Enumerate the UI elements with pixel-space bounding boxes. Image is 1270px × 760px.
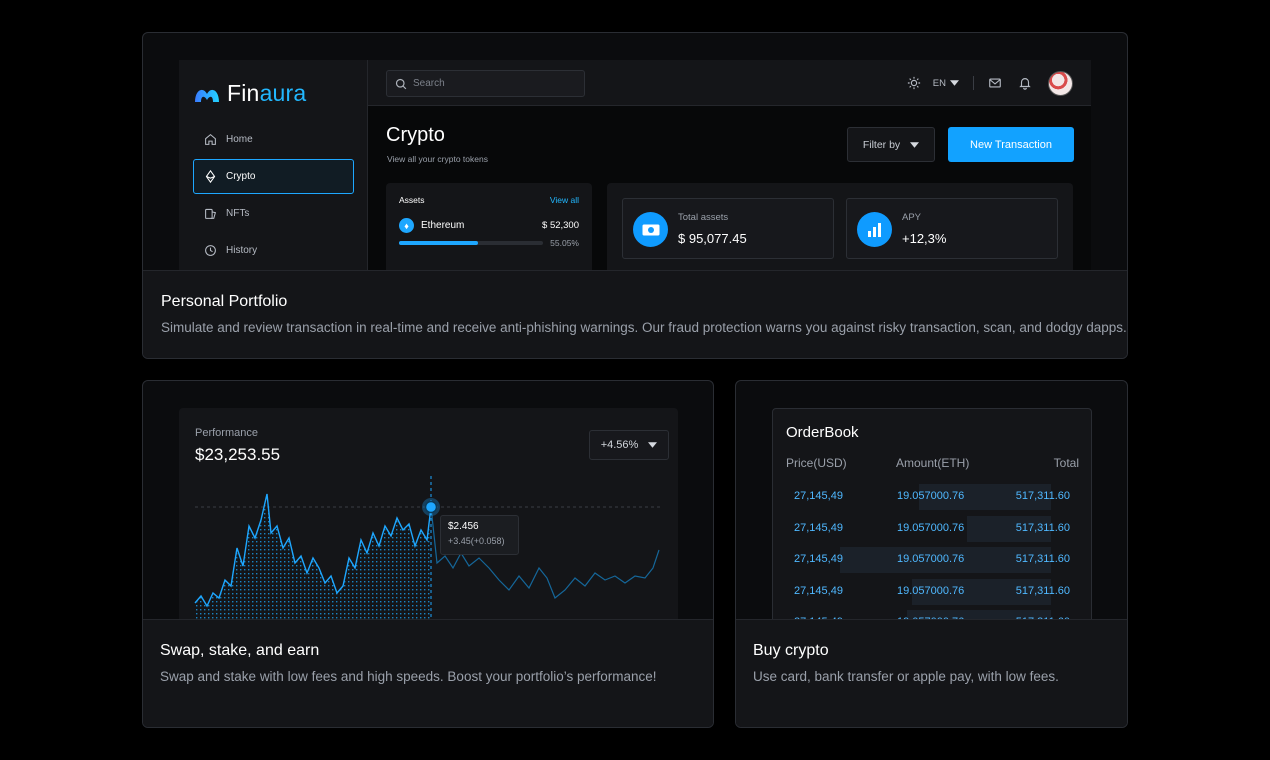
performance-panel: Performance $23,253.55 +4.56% $2.456 +3.… [179,408,678,623]
column-header: Total [1053,456,1079,470]
orderbook-amount: 19.057000.76 [897,490,965,502]
assets-header: Assets View all [399,195,579,205]
nft-icon [205,208,217,219]
card-title: Swap, stake, and earn [160,642,320,659]
change-dropdown[interactable]: +4.56% [589,430,669,460]
new-transaction-button[interactable]: New Transaction [948,127,1074,162]
mail-icon[interactable] [988,76,1002,90]
sidebar-item-nfts[interactable]: NFTs [193,196,354,231]
stat-value: +12,3% [902,231,947,246]
assets-title: Assets [399,195,425,205]
app-preview: Finaura Home Crypto NFTs History Search … [179,60,1091,300]
orderbook-amount: 19.057000.76 [897,521,965,534]
avatar[interactable] [1048,70,1073,96]
stat-value: $ 95,077.45 [678,231,747,246]
sidebar-item-home[interactable]: Home [193,122,354,157]
asset-row[interactable]: ♦ Ethereum $ 52,300 [399,218,579,233]
buy-card: OrderBook Price(USD) Amount(ETH) Total 2… [735,380,1128,728]
orderbook-header: Price(USD) Amount(ETH) Total [786,456,1079,470]
filter-button[interactable]: Filter by [847,127,935,162]
orderbook-total: 517,311.60 [1015,584,1070,597]
language-label: EN [932,77,946,89]
orderbook-total: 517,311.60 [1015,490,1070,502]
card-description: Swap and stake with low fees and high sp… [160,669,657,684]
crosshair-point[interactable] [424,500,438,514]
caret-down-icon [950,80,959,86]
caret-down-icon [910,141,920,148]
sidebar-item-label: Crypto [226,171,256,182]
orderbook-amount: 19.057000.76 [897,553,965,565]
orderbook-amount: 19.057000.76 [897,584,965,597]
brand-logo[interactable]: Finaura [193,80,306,107]
column-header: Amount(ETH) [896,456,970,470]
orderbook-total: 517,311.60 [1015,553,1070,565]
stat-total-assets: Total assets $ 95,077.45 [622,198,834,259]
search-input[interactable] [413,78,563,89]
asset-amount: $ 52,300 [542,220,579,231]
orderbook-panel: OrderBook Price(USD) Amount(ETH) Total 2… [772,408,1092,623]
search-box[interactable] [386,70,585,97]
orderbook-row[interactable]: 27,145,49 19.057000.76 517,311.60 [773,578,1091,605]
sidebar-nav: Home Crypto NFTs History [193,122,354,270]
view-all-link[interactable]: View all [550,195,579,205]
sidebar-item-label: History [226,245,258,256]
page-title: Crypto [386,124,445,146]
clock-icon [205,245,216,256]
ethereum-icon: ♦ [399,218,414,233]
divider [973,76,974,90]
portfolio-card: Finaura Home Crypto NFTs History Search … [142,32,1128,359]
orderbook-row[interactable]: 27,145,49 19.057000.76 517,311.60 [773,515,1091,542]
performance-label: Performance [195,427,258,439]
sidebar-item-crypto[interactable]: Crypto [193,159,354,194]
page-subtitle: View all your crypto tokens [387,154,488,164]
chart-tooltip: $2.456 +3.45(+0.058) [440,515,519,555]
card-title: Personal Portfolio [161,293,288,310]
tooltip-change: +3.45(+0.058) [448,536,505,546]
caret-down-icon [648,442,658,448]
money-icon [633,212,668,247]
stat-apy: APY +12,3% [846,198,1058,259]
card-description: Simulate and review transaction in real-… [161,320,1127,335]
sidebar-item-history[interactable]: History [193,233,354,268]
change-value: +4.56% [600,439,639,451]
performance-value: $23,253.55 [195,445,281,464]
brand-name: Finaura [227,80,307,106]
orderbook-price: 27,145,49 [794,584,843,597]
orderbook-price: 27,145,49 [794,553,843,565]
top-bar: EN [368,60,1091,106]
orderbook-row[interactable]: 27,145,49 19.057000.76 517,311.60 [773,547,1091,573]
asset-percent: 55.05% [550,238,579,248]
card-footer: Personal Portfolio Simulate and review t… [143,270,1127,358]
asset-name: Ethereum [421,220,465,231]
swap-card: Performance $23,253.55 +4.56% $2.456 +3.… [142,380,714,728]
home-icon [205,133,216,145]
filter-label: Filter by [862,138,901,151]
card-footer: Swap, stake, and earn Swap and stake wit… [143,619,713,727]
bar-chart-icon [857,212,892,247]
orderbook-total: 517,311.60 [1015,521,1070,534]
card-title: Buy crypto [753,642,829,659]
asset-progress-fill [399,241,479,245]
card-description: Use card, bank transfer or apple pay, wi… [753,669,1059,684]
sidebar: Finaura Home Crypto NFTs History [179,60,368,300]
bell-icon[interactable] [1018,76,1032,90]
orderbook-price: 27,145,49 [794,521,843,534]
stat-label: Total assets [678,212,729,223]
logo-mark-icon [195,89,219,102]
top-bar-actions: EN [907,60,1073,106]
language-selector[interactable]: EN [933,78,959,89]
card-footer: Buy crypto Use card, bank transfer or ap… [736,619,1127,727]
ethereum-icon [205,170,216,183]
stat-label: APY [902,212,922,223]
search-icon [395,78,407,89]
column-header: Price(USD) [786,456,847,470]
sidebar-item-label: Home [226,134,253,145]
asset-progress-bar [399,241,543,245]
sidebar-item-label: NFTs [226,208,250,219]
sun-icon[interactable] [907,76,921,90]
orderbook-row[interactable]: 27,145,49 19.057000.76 517,311.60 [773,484,1091,510]
orderbook-price: 27,145,49 [794,490,843,502]
tooltip-price: $2.456 [448,521,479,532]
orderbook-title: OrderBook [786,424,859,441]
